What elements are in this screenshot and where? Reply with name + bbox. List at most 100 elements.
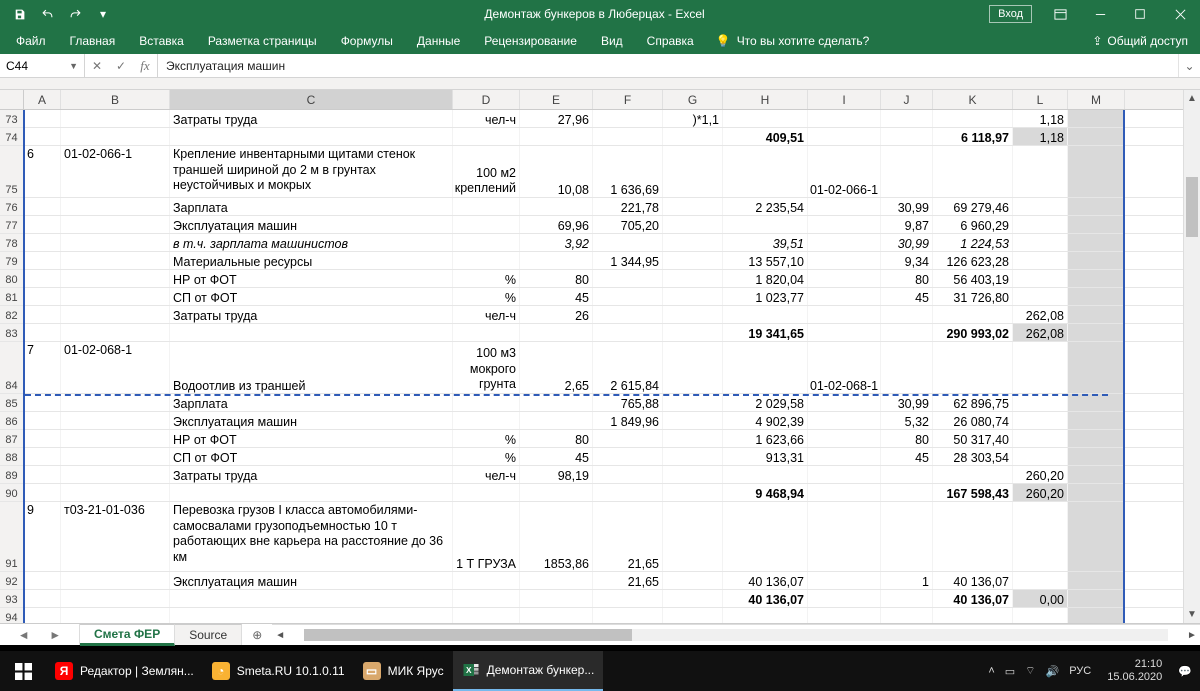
cell[interactable] [933, 502, 1013, 571]
cell[interactable] [61, 448, 170, 465]
horizontal-scrollbar[interactable]: ◄ ► [272, 624, 1200, 645]
cell[interactable] [453, 412, 520, 429]
cell[interactable] [881, 146, 933, 197]
cell[interactable] [593, 466, 663, 483]
cell[interactable] [808, 572, 881, 589]
row-header[interactable]: 82 [0, 306, 24, 323]
cell[interactable]: 1,18 [1013, 128, 1068, 145]
row-header[interactable]: 77 [0, 216, 24, 233]
cell[interactable] [453, 590, 520, 607]
cell[interactable] [1013, 234, 1068, 251]
cell[interactable] [520, 198, 593, 215]
cell[interactable] [663, 270, 723, 287]
cell[interactable]: 39,51 [723, 234, 808, 251]
cell[interactable]: Зарплата [170, 198, 453, 215]
cell[interactable]: % [453, 270, 520, 287]
cell[interactable] [1068, 608, 1125, 623]
cell[interactable]: Зарплата [170, 394, 453, 411]
cell[interactable] [593, 306, 663, 323]
cancel-formula-icon[interactable]: ✕ [85, 59, 109, 73]
cell[interactable] [24, 484, 61, 501]
column-header[interactable]: H [723, 90, 808, 109]
cell[interactable] [170, 608, 453, 623]
cell[interactable] [593, 110, 663, 127]
expand-formula-bar-icon[interactable]: ⌄ [1178, 54, 1200, 77]
cell[interactable] [24, 324, 61, 341]
cell[interactable] [808, 128, 881, 145]
cell[interactable] [808, 234, 881, 251]
cell[interactable] [663, 484, 723, 501]
cell[interactable]: 1 [881, 572, 933, 589]
cell[interactable]: т03-21-01-036 [61, 502, 170, 571]
cell[interactable] [170, 128, 453, 145]
cell[interactable]: 98,19 [520, 466, 593, 483]
row-header[interactable]: 80 [0, 270, 24, 287]
cell[interactable]: 40 136,07 [723, 572, 808, 589]
cell[interactable]: чел-ч [453, 306, 520, 323]
cell[interactable] [520, 252, 593, 269]
cell[interactable] [723, 608, 808, 623]
sheet-tab-source[interactable]: Source [175, 624, 242, 645]
cell[interactable]: Затраты труда [170, 306, 453, 323]
row-header[interactable]: 81 [0, 288, 24, 305]
cell[interactable] [881, 502, 933, 571]
cell[interactable]: чел-ч [453, 466, 520, 483]
language-indicator[interactable]: РУС [1069, 665, 1091, 677]
cell[interactable] [24, 466, 61, 483]
cell[interactable] [663, 216, 723, 233]
cell[interactable] [453, 128, 520, 145]
cell[interactable]: 01-02-068-1 [808, 342, 881, 393]
cell[interactable] [808, 448, 881, 465]
cell[interactable] [593, 448, 663, 465]
cell[interactable] [170, 590, 453, 607]
cell[interactable] [881, 342, 933, 393]
scroll-left-icon[interactable]: ◄ [272, 630, 288, 641]
cell[interactable]: 40 136,07 [933, 590, 1013, 607]
cell[interactable] [24, 252, 61, 269]
cell[interactable]: Эксплуатация машин [170, 572, 453, 589]
cell[interactable] [663, 502, 723, 571]
cell[interactable]: в т.ч. зарплата машинистов [170, 234, 453, 251]
cell[interactable] [61, 484, 170, 501]
cell[interactable] [24, 128, 61, 145]
volume-icon[interactable]: 🔊 [1046, 665, 1060, 678]
cell[interactable] [1068, 146, 1125, 197]
cell[interactable]: 913,31 [723, 448, 808, 465]
column-header[interactable]: B [61, 90, 170, 109]
cell[interactable]: 1,18 [1013, 110, 1068, 127]
tab-formulas[interactable]: Формулы [329, 28, 405, 54]
cell[interactable] [61, 198, 170, 215]
cell[interactable]: 80 [520, 270, 593, 287]
cell[interactable]: % [453, 448, 520, 465]
cell[interactable]: )*1,1 [663, 110, 723, 127]
cell[interactable] [593, 590, 663, 607]
maximize-icon[interactable] [1120, 0, 1160, 28]
cell[interactable]: 45 [520, 288, 593, 305]
row-header[interactable]: 73 [0, 110, 24, 127]
cell[interactable]: 26 [520, 306, 593, 323]
column-header[interactable]: A [24, 90, 61, 109]
save-icon[interactable] [8, 3, 30, 25]
cell[interactable] [61, 394, 170, 411]
cell[interactable] [24, 110, 61, 127]
undo-icon[interactable] [36, 3, 58, 25]
cell[interactable]: Крепление инвентарными щитами стенок тра… [170, 146, 453, 197]
cell[interactable]: 45 [520, 448, 593, 465]
row-header[interactable]: 85 [0, 394, 24, 411]
cell[interactable] [24, 288, 61, 305]
cell[interactable] [808, 110, 881, 127]
cell[interactable] [933, 466, 1013, 483]
cell[interactable]: 69,96 [520, 216, 593, 233]
cell[interactable] [61, 572, 170, 589]
row-header[interactable]: 86 [0, 412, 24, 429]
cell[interactable] [881, 128, 933, 145]
cell[interactable] [61, 216, 170, 233]
taskbar-app[interactable]: ◔Smeta.RU 10.1.0.11 [203, 651, 354, 691]
select-all-corner[interactable] [0, 90, 24, 109]
cell[interactable] [453, 484, 520, 501]
cell[interactable]: Перевозка грузов I класса автомобилями-с… [170, 502, 453, 571]
cell[interactable]: 01-02-066-1 [808, 146, 881, 197]
cell[interactable]: 2,65 [520, 342, 593, 393]
minimize-icon[interactable] [1080, 0, 1120, 28]
cell[interactable] [453, 198, 520, 215]
